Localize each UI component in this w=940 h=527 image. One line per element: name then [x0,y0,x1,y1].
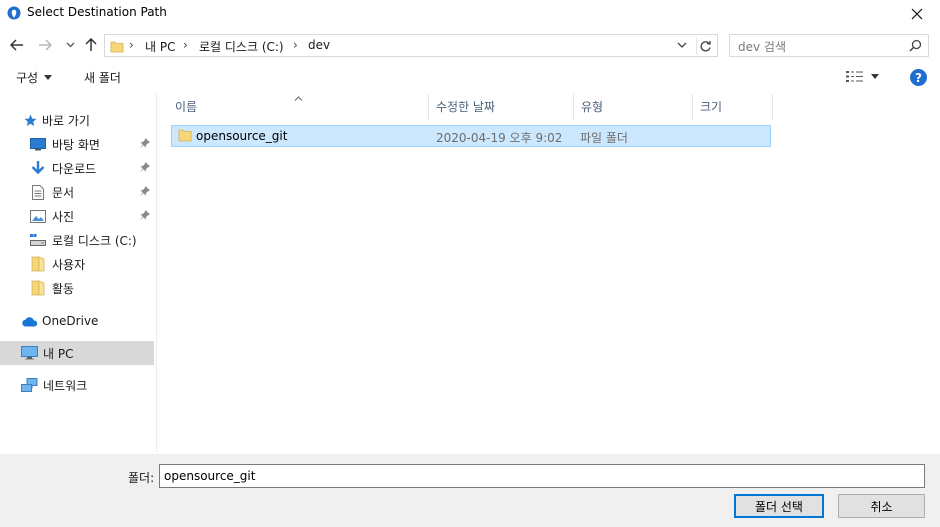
desktop-icon [30,137,46,151]
cloud-icon [21,316,38,327]
folder-icon [110,39,124,56]
recent-locations-button[interactable] [61,36,79,54]
refresh-button[interactable] [696,37,714,55]
folder-icon [31,256,45,272]
sidebar-item-label: 로컬 디스크 (C:) [52,233,137,248]
sidebar-item-local-disk[interactable]: 로컬 디스크 (C:) [0,228,154,252]
download-icon [31,160,45,176]
select-folder-button[interactable]: 폴더 선택 [734,494,824,518]
breadcrumb-dev[interactable]: dev [308,38,330,52]
sidebar-item-label: 내 PC [43,346,74,361]
navigation-bar: › 내 PC › 로컬 디스크 (C:) › dev dev 검색 [0,30,940,60]
search-icon[interactable] [909,39,922,55]
sidebar-item-label: 다운로드 [52,161,97,176]
network-icon [21,377,38,393]
sidebar-item-quick-access[interactable]: 바로 가기 [0,108,154,132]
column-header-date-modified[interactable]: 수정한 날짜 [430,94,574,120]
file-modified: 2020-04-19 오후 9:02 [436,131,563,145]
breadcrumb-local-disk[interactable]: 로컬 디스크 (C:) [199,38,284,55]
file-list: 이름 수정한 날짜 유형 크기 opensource_git 2020-04-1… [157,94,940,452]
star-icon [24,114,37,127]
drive-icon [30,234,46,246]
sidebar-item-pictures[interactable]: 사진 [0,204,154,228]
sidebar-item-label: OneDrive [42,314,99,328]
new-folder-label: 새 폴더 [84,71,121,85]
up-button[interactable] [82,36,100,54]
column-header-type[interactable]: 유형 [575,94,693,120]
pin-icon [140,137,151,151]
arrow-up-icon [85,38,97,51]
chevron-down-icon [66,42,74,48]
refresh-icon [700,40,711,51]
title-bar: Select Destination Path [0,0,940,27]
arrow-left-icon [10,39,23,51]
forward-button[interactable] [36,36,54,54]
document-icon [32,184,44,200]
column-header-label: 수정한 날짜 [436,100,496,114]
sidebar-item-label: 문서 [52,185,75,200]
search-box[interactable]: dev 검색 [729,34,929,57]
organize-label: 구성 [16,71,39,85]
computer-icon [21,346,38,360]
caret-down-icon [871,74,879,79]
close-icon [911,8,923,19]
sidebar-item-label: 활동 [52,281,75,296]
command-bar: 구성 새 폴더 ? [0,64,940,91]
file-name: opensource_git [196,129,288,143]
back-button[interactable] [8,36,26,54]
pin-icon [140,161,151,175]
sidebar-item-label: 바탕 화면 [52,137,100,152]
dialog-footer: 폴더: 폴더 선택 취소 [0,454,940,527]
sidebar-item-label: 사진 [52,209,75,224]
close-button[interactable] [894,0,940,27]
details-view-icon [846,71,863,82]
help-button[interactable]: ? [910,69,927,86]
sidebar-item-desktop[interactable]: 바탕 화면 [0,132,154,156]
column-header-name[interactable]: 이름 [169,94,429,120]
address-bar[interactable]: › 내 PC › 로컬 디스크 (C:) › dev [104,34,718,57]
file-type: 파일 폴더 [580,131,628,145]
sidebar-item-downloads[interactable]: 다운로드 [0,156,154,180]
sidebar-item-label: 바로 가기 [42,113,90,128]
pin-icon [140,209,151,223]
sidebar-item-this-pc[interactable]: 내 PC [0,341,154,365]
search-placeholder: dev 검색 [738,40,786,54]
cancel-button[interactable]: 취소 [838,494,925,518]
column-header-label: 유형 [581,100,604,114]
breadcrumb-separator: › [293,38,298,52]
organize-button[interactable]: 구성 [16,69,53,86]
column-header-label: 크기 [700,100,723,114]
sidebar-item-label: 네트워크 [43,378,88,393]
folder-field-label: 폴더: [128,471,155,485]
sidebar-item-network[interactable]: 네트워크 [0,373,154,397]
location-pin-icon [7,6,21,20]
breadcrumb-separator: › [129,38,134,52]
breadcrumb-separator: › [183,38,188,52]
folder-icon [31,280,45,296]
new-folder-button[interactable]: 새 폴더 [84,69,121,86]
folder-icon [178,128,192,145]
navigation-pane: 바로 가기 바탕 화면 다운로드 문서 사진 로컬 디스크 (C:) 사용자 활… [0,94,157,452]
breadcrumb-this-pc[interactable]: 내 PC [145,38,175,55]
sidebar-item-activity[interactable]: 활동 [0,276,154,300]
folder-name-input[interactable] [159,464,925,488]
table-row[interactable]: opensource_git 2020-04-19 오후 9:02 파일 폴더 [171,125,771,147]
sidebar-item-label: 사용자 [52,257,86,272]
sidebar-item-documents[interactable]: 문서 [0,180,154,204]
sidebar-item-onedrive[interactable]: OneDrive [0,309,154,333]
column-header-size[interactable]: 크기 [694,94,773,120]
address-dropdown-icon[interactable] [676,39,690,53]
caret-down-icon [44,75,53,80]
change-view-button[interactable] [846,71,879,82]
pin-icon [140,185,151,199]
arrow-right-icon [39,39,52,51]
pictures-icon [30,209,46,223]
sidebar-item-users[interactable]: 사용자 [0,252,154,276]
column-header-label: 이름 [175,100,198,114]
window-title: Select Destination Path [27,5,167,19]
